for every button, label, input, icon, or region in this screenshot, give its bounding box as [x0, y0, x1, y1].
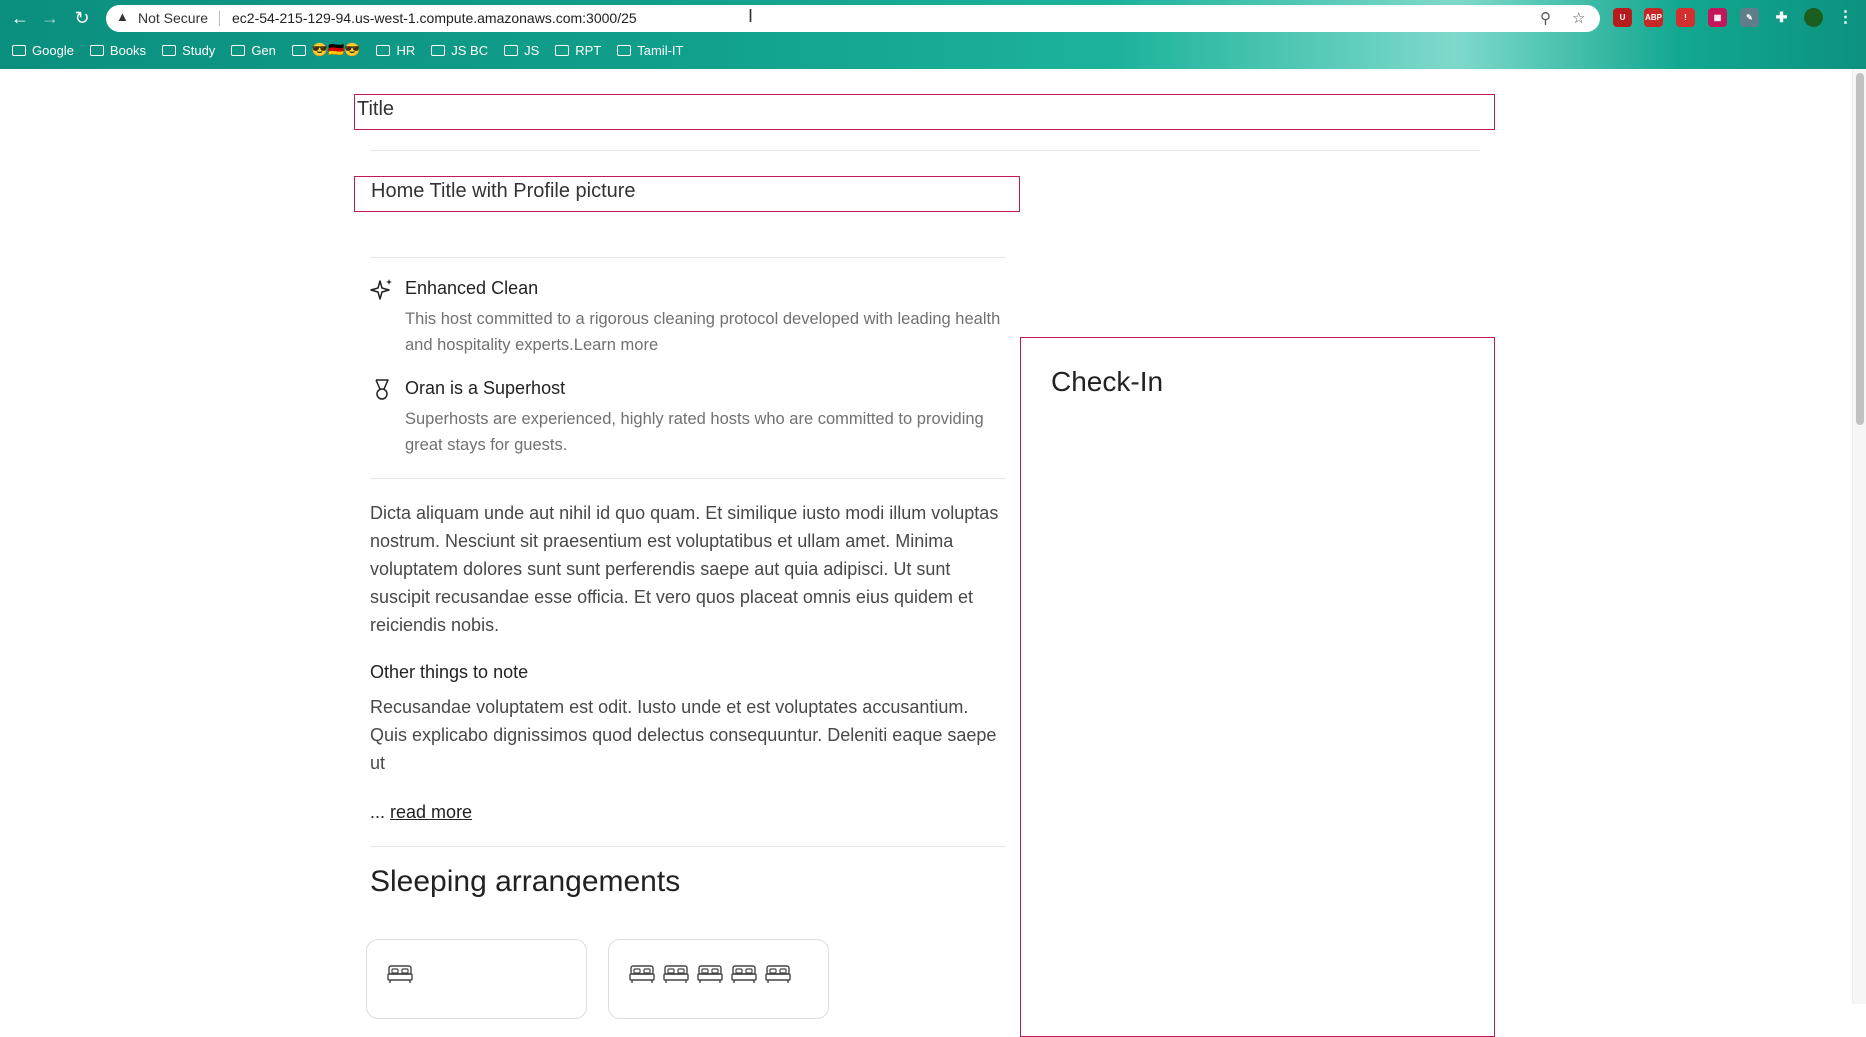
text-cursor-icon: I: [748, 6, 754, 26]
folder-icon: [291, 44, 306, 56]
medal-icon: [375, 379, 389, 400]
bed-icon: [697, 962, 723, 991]
bookmark-item[interactable]: Gen: [231, 40, 276, 60]
bed-icons: [387, 962, 413, 991]
bookmark-label: Google: [32, 42, 74, 58]
other-things-text: Recusandae voluptatem est odit. Iusto un…: [370, 697, 997, 773]
folder-icon: [376, 44, 391, 56]
bookmark-item[interactable]: JS BC: [431, 40, 488, 60]
read-more-row: ... read more: [370, 802, 472, 823]
url-text[interactable]: ec2-54-215-129-94.us-west-1.compute.amaz…: [232, 10, 637, 26]
listing-title-box: Title: [354, 94, 1495, 130]
read-more-link[interactable]: read more: [390, 802, 472, 822]
bedroom-card[interactable]: [366, 939, 587, 1019]
menu-kebab-icon[interactable]: ⋮: [1836, 8, 1855, 27]
sparkle-icon: [370, 279, 392, 300]
gallery-extension-icon[interactable]: ▦: [1708, 8, 1727, 27]
feature-description: This host committed to a rigorous cleani…: [405, 310, 1001, 354]
bookmark-label: 😎🇩🇪😎: [311, 42, 361, 57]
bedroom-card[interactable]: [608, 939, 829, 1019]
folder-icon: [231, 44, 246, 56]
folder-icon: [89, 44, 104, 56]
bed-icons: [629, 962, 791, 991]
page-scrollbar[interactable]: [1852, 69, 1866, 1004]
folder-icon: [162, 44, 177, 56]
scrollbar-thumb[interactable]: [1856, 73, 1864, 425]
sleeping-arrangements-heading: Sleeping arrangements: [370, 865, 681, 898]
bookmark-item[interactable]: HR: [376, 40, 415, 60]
bed-icon: [387, 962, 413, 991]
folder-icon: [431, 44, 446, 56]
bookmark-item[interactable]: Study: [162, 40, 215, 60]
divider: [370, 846, 1006, 847]
listing-title: Title: [357, 98, 395, 120]
bed-icon: [731, 962, 757, 991]
bed-icon: [765, 962, 791, 991]
forward-icon[interactable]: →: [38, 6, 62, 30]
zoom-icon[interactable]: ⚲: [1540, 9, 1551, 27]
bookmark-label: RPT: [575, 42, 602, 58]
bookmark-label: Books: [109, 42, 147, 58]
bed-icon: [663, 962, 689, 991]
bookmark-item[interactable]: Google: [12, 40, 74, 60]
bookmark-item[interactable]: RPT: [555, 40, 601, 60]
check-in-panel: Check-In: [1020, 337, 1495, 1037]
ublock-icon[interactable]: U: [1613, 8, 1632, 27]
bookmark-item[interactable]: Books: [89, 40, 147, 60]
bookmark-label: Tamil-IT: [637, 42, 684, 58]
bookmark-star-icon[interactable]: ☆: [1572, 9, 1585, 27]
folder-icon: [617, 44, 632, 56]
divider: [370, 478, 1006, 479]
folder-icon: [12, 44, 26, 56]
home-title: Home Title with Profile picture: [371, 180, 636, 202]
address-bar[interactable]: ▲ Not Secure ec2-54-215-129-94.us-west-1…: [106, 5, 1600, 32]
warning-icon: ▲: [116, 9, 129, 24]
home-title-box: Home Title with Profile picture: [354, 176, 1020, 212]
bookmark-item[interactable]: JS: [504, 40, 539, 60]
folder-icon: [504, 44, 519, 56]
folder-icon: [555, 44, 570, 56]
divider: [370, 150, 1480, 151]
puzzle-icon[interactable]: ✚: [1772, 8, 1791, 27]
bookmark-label: JS: [524, 42, 540, 58]
tools-extension-icon[interactable]: ✎: [1740, 8, 1759, 27]
back-icon[interactable]: ←: [8, 6, 32, 30]
browser-toolbar: ← → ↻ ▲ Not Secure ec2-54-215-129-94.us-…: [0, 0, 1866, 69]
reload-icon[interactable]: ↻: [70, 6, 94, 30]
bookmarks-bar: Google Books Study Gen 😎🇩🇪😎 HR JS BC JS RPT Tamil…: [12, 40, 683, 60]
feature-superhost: Oran is a Superhost Superhosts are exper…: [370, 378, 1010, 454]
profile-avatar-icon[interactable]: ●: [1804, 8, 1823, 27]
bed-icon: [629, 962, 655, 991]
check-in-heading: Check-In: [1051, 366, 1164, 397]
omnibox-divider: [219, 11, 220, 26]
bookmark-item[interactable]: 😎🇩🇪😎: [291, 40, 361, 60]
bookmark-label: Study: [182, 42, 216, 58]
bookmark-label: Gen: [251, 42, 276, 58]
red-extension-icon[interactable]: !: [1676, 8, 1695, 27]
feature-description: Superhosts are experienced, highly rated…: [405, 410, 984, 454]
feature-enhanced-clean: Enhanced Clean This host committed to a …: [370, 278, 1010, 354]
ellipsis: ...: [370, 802, 386, 822]
listing-description: Dicta aliquam unde aut nihil id quo quam…: [370, 503, 999, 635]
bookmark-label: JS BC: [451, 42, 489, 58]
security-label[interactable]: Not Secure: [138, 10, 208, 26]
feature-title: Enhanced Clean: [405, 278, 539, 298]
other-things-heading: Other things to note: [370, 662, 529, 682]
adblock-icon[interactable]: ABP: [1644, 8, 1663, 27]
page-content: Title Home Title with Profile picture En…: [0, 69, 1866, 1037]
bookmark-label: HR: [396, 42, 416, 58]
divider: [370, 257, 1006, 258]
bookmark-item[interactable]: Tamil-IT: [617, 40, 683, 60]
feature-title: Oran is a Superhost: [405, 378, 566, 398]
